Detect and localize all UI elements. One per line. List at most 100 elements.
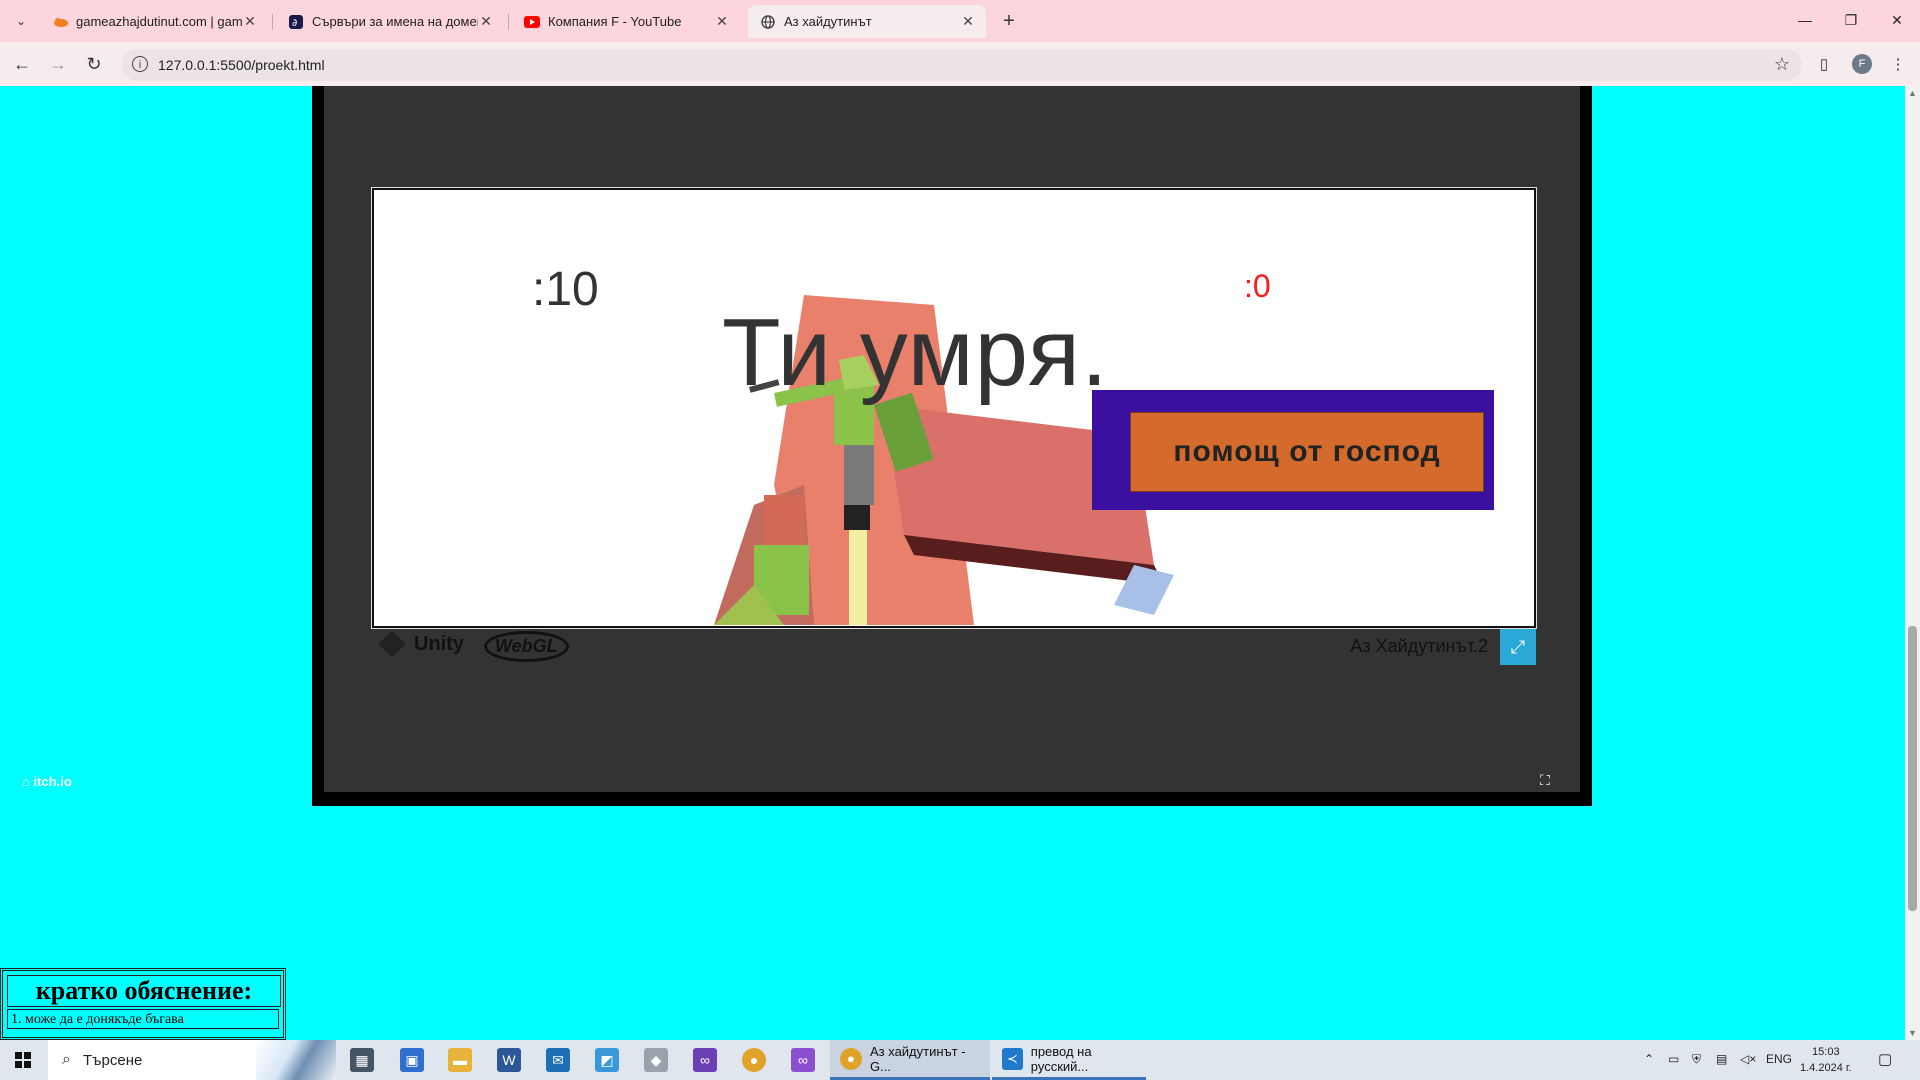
visual-studio-preview-icon[interactable]: ∞ xyxy=(791,1048,815,1072)
back-arrow-icon: ← xyxy=(13,53,31,74)
reload-icon: ↻ xyxy=(86,53,102,74)
bookmark-star-icon[interactable]: ☆ xyxy=(1774,54,1790,75)
kebab-menu-icon: ⋮ xyxy=(1890,56,1906,73)
network-icon[interactable]: ▤ xyxy=(1716,1052,1727,1066)
explanation-title: кратко обяснение: xyxy=(7,975,281,1007)
close-tab-icon[interactable]: ✕ xyxy=(478,13,494,30)
restore-button[interactable]: ❐ xyxy=(1828,0,1874,40)
score-right: :0 xyxy=(1244,268,1271,304)
tab-gameazhajdutinut[interactable]: gameazhajdutinut.com | gamea ✕ xyxy=(40,5,268,38)
taskbar-app-title: Аз хайдутинът - G... xyxy=(869,1043,966,1074)
help-from-god-button[interactable]: помощ от господ xyxy=(1130,412,1484,492)
show-hidden-icons-button[interactable]: ⌃ xyxy=(1644,1052,1654,1066)
search-icon: ⌕ xyxy=(62,1051,71,1068)
tab-bar: ⌄ gameazhajdutinut.com | gamea ✕ ∂ Сървъ… xyxy=(0,0,1920,42)
embed-fullscreen-button[interactable]: ⛶ xyxy=(1540,772,1550,789)
address-bar[interactable]: i 127.0.0.1:5500/proekt.html ☆ xyxy=(122,49,1802,81)
score-left: :10 xyxy=(532,263,599,316)
back-button[interactable]: ← xyxy=(8,50,36,78)
chrome-icon[interactable]: ● xyxy=(742,1048,766,1072)
browser-toolbar: ← → ↻ i 127.0.0.1:5500/proekt.html ☆ ▯ F… xyxy=(0,42,1920,86)
unity-footer: Unity WebGL Аз Хайдутинът.2 ⤢ xyxy=(372,626,1536,666)
unity-cube-icon xyxy=(378,630,406,658)
page-viewport: :10 :0 Ти умря. помощ от господ Unity We… xyxy=(0,86,1905,1040)
meet-now-icon[interactable]: ▭ xyxy=(1668,1052,1679,1066)
system-clock[interactable]: 15:03 1.4.2024 г. xyxy=(1800,1044,1852,1076)
reload-button[interactable]: ↻ xyxy=(80,50,108,78)
file-explorer-icon[interactable]: ▬ xyxy=(448,1048,472,1072)
svg-text:∂: ∂ xyxy=(292,18,297,29)
tab-title: Компания F - YouTube xyxy=(548,14,682,29)
menu-button[interactable]: ⋮ xyxy=(1886,52,1910,76)
unity-logo: Unity xyxy=(378,630,464,658)
start-button[interactable] xyxy=(0,1040,46,1080)
clock-date: 1.4.2024 г. xyxy=(1800,1062,1852,1074)
tab-separator xyxy=(508,14,509,30)
taskbar-search[interactable]: ⌕ Търсене xyxy=(48,1040,336,1080)
scrollbar-thumb[interactable] xyxy=(1908,626,1917,911)
search-highlight-image xyxy=(256,1040,336,1080)
visual-studio-icon[interactable]: ∞ xyxy=(693,1048,717,1072)
forward-button[interactable]: → xyxy=(44,50,72,78)
expand-icon: ⤢ xyxy=(1510,636,1526,657)
calculator-icon[interactable]: ▦ xyxy=(350,1048,374,1072)
close-window-button[interactable]: ✕ xyxy=(1874,0,1920,40)
itch-io-icon: ⌂ xyxy=(22,774,30,789)
language-indicator[interactable]: ENG xyxy=(1766,1052,1792,1066)
profile-button[interactable]: F xyxy=(1850,52,1874,76)
tab-separator xyxy=(272,14,273,30)
taskbar-app-vscode[interactable]: ≺ превод на русский... xyxy=(992,1040,1146,1080)
help-panel: помощ от господ xyxy=(1092,390,1494,510)
death-message: Ти умря. xyxy=(722,299,1109,406)
url-text: 127.0.0.1:5500/proekt.html xyxy=(158,57,325,73)
avatar: F xyxy=(1852,54,1872,74)
security-icon[interactable]: ⛨ xyxy=(1692,1052,1701,1067)
volume-icon[interactable]: ◁× xyxy=(1740,1052,1756,1066)
tab-title: gameazhajdutinut.com | gamea xyxy=(76,14,242,29)
mail-icon[interactable]: ✉ xyxy=(546,1048,570,1072)
fullscreen-button[interactable]: ⤢ xyxy=(1500,629,1536,665)
fullscreen-icon: ⛶ xyxy=(1540,772,1550,788)
tab-youtube[interactable]: Компания F - YouTube ✕ xyxy=(512,5,740,38)
itch-io-label: itch.io xyxy=(33,774,72,789)
tab-title: Сървъри за имена на домейн xyxy=(312,14,478,29)
close-tab-icon[interactable]: ✕ xyxy=(960,13,976,30)
search-placeholder: Търсене xyxy=(82,1051,143,1069)
tab-az-haidutinat[interactable]: Аз хайдутинът ✕ xyxy=(748,5,986,38)
youtube-icon xyxy=(524,14,540,30)
page-scrollbar[interactable]: ▲ ▼ xyxy=(1905,86,1920,1040)
windows-icon xyxy=(15,1052,31,1068)
new-tab-button[interactable]: + xyxy=(996,8,1022,34)
taskbar-app-title: превод на русский... xyxy=(1030,1043,1092,1074)
side-panel-icon: ▯ xyxy=(1819,56,1829,73)
scroll-up-icon[interactable]: ▲ xyxy=(1908,88,1917,98)
unity-game-canvas[interactable]: :10 :0 Ти умря. помощ от господ xyxy=(371,187,1537,629)
word-icon[interactable]: W xyxy=(497,1048,521,1072)
scroll-down-icon[interactable]: ▼ xyxy=(1908,1028,1917,1038)
clock-time: 15:03 xyxy=(1812,1046,1840,1058)
photos-icon[interactable]: ◩ xyxy=(595,1048,619,1072)
close-tab-icon[interactable]: ✕ xyxy=(714,13,730,30)
game-title: Аз Хайдутинът.2 xyxy=(1350,636,1488,656)
tab-search-button[interactable]: ⌄ xyxy=(10,10,32,32)
webgl-logo: WebGL xyxy=(484,631,569,662)
roblox-icon[interactable]: ◆ xyxy=(644,1048,668,1072)
link-icon: ∂ xyxy=(288,14,304,30)
taskbar-app-chrome[interactable]: ● Аз хайдутинът - G... xyxy=(830,1040,990,1080)
forward-arrow-icon: → xyxy=(49,53,67,74)
unity-logo-text: Unity xyxy=(414,632,464,655)
cloud-icon xyxy=(52,14,68,30)
explanation-item: 1. може да е донякъде бъгава xyxy=(7,1009,279,1029)
tab-title: Аз хайдутинът xyxy=(784,14,872,29)
site-info-icon[interactable]: i xyxy=(132,56,148,72)
itch-io-link[interactable]: ⌂ itch.io xyxy=(22,774,72,789)
tab-domain-servers[interactable]: ∂ Сървъри за имена на домейн ✕ xyxy=(276,5,504,38)
store-icon[interactable]: ▣ xyxy=(400,1048,424,1072)
minimize-button[interactable]: — xyxy=(1782,0,1828,40)
side-panel-button[interactable]: ▯ xyxy=(1812,52,1836,76)
notifications-icon[interactable]: ▢ xyxy=(1878,1050,1892,1068)
globe-icon xyxy=(760,14,776,30)
windows-taskbar: ⌕ Търсене ▦ ▣ ▬ W ✉ ◩ ◆ ∞ ● ∞ ● Аз хайду… xyxy=(0,1040,1920,1080)
close-tab-icon[interactable]: ✕ xyxy=(242,13,258,30)
chrome-icon: ● xyxy=(840,1047,862,1070)
